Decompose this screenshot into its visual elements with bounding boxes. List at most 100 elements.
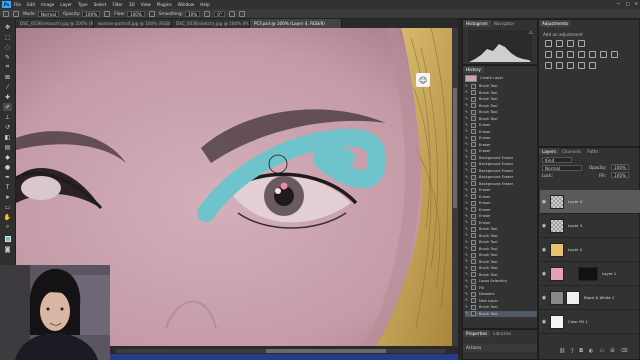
history-brush-icon[interactable]: ✎ <box>465 292 468 297</box>
layer-row-layer-3[interactable]: ◉ Layer 3 <box>540 214 640 238</box>
history-item[interactable]: ✎ Brush Tool <box>465 83 537 89</box>
menu-type[interactable]: Type <box>78 2 88 7</box>
trash-icon[interactable]: ⌫ <box>620 348 627 354</box>
eyedropper-tool-icon[interactable]: ⁄ <box>3 83 12 91</box>
history-brush-icon[interactable]: ✎ <box>465 214 468 219</box>
history-item[interactable]: ✎ Background Eraser <box>465 155 537 161</box>
gradient-tool-icon[interactable]: ▤ <box>3 143 12 151</box>
history-item[interactable]: ✎ Brush Tool <box>465 272 537 278</box>
menu-layer[interactable]: Layer <box>60 2 72 7</box>
history-item[interactable]: ✎ Brush Tool <box>465 116 537 122</box>
move-tool-icon[interactable]: ✥ <box>3 23 12 31</box>
menu-filter[interactable]: Filter <box>112 2 122 7</box>
history-brush-icon[interactable]: ✎ <box>465 233 468 238</box>
tab-properties[interactable]: Properties <box>463 330 491 337</box>
layer-row-black-white[interactable]: ◉ Black & White 1 <box>540 286 640 310</box>
warning-icon[interactable]: ⚠ <box>529 30 533 36</box>
layer-row-color-fill[interactable]: ◉ Color Fill 1 <box>540 310 640 334</box>
brightness-icon[interactable] <box>545 40 552 47</box>
canvas-hscroll-thumb[interactable] <box>266 349 386 353</box>
type-tool-icon[interactable]: T <box>3 183 12 191</box>
curves-icon[interactable] <box>567 40 574 47</box>
history-item[interactable]: ✎ Eraser <box>465 220 537 226</box>
threshold-icon[interactable] <box>567 62 574 69</box>
tab-paths[interactable]: Paths <box>584 148 601 155</box>
tab-sketch[interactable]: DSC_0536(sketch).jpg @ 100% (RGB/8) <box>172 19 250 28</box>
quick-mask-icon[interactable]: ◙ <box>3 245 12 253</box>
flow-field[interactable]: 100% <box>126 10 145 17</box>
eye-icon[interactable]: ◉ <box>540 247 548 253</box>
history-item[interactable]: ✎ Brush Tool <box>465 226 537 232</box>
history-brush-icon[interactable]: ✎ <box>465 103 468 108</box>
history-brush-icon[interactable]: ✎ <box>465 201 468 206</box>
menu-plugins[interactable]: Plugins <box>157 2 172 7</box>
adjustment-layer-icon[interactable]: ◐ <box>589 348 593 354</box>
canvas-hscroll-track[interactable] <box>116 349 446 353</box>
fx-icon[interactable]: ƒ <box>571 348 573 354</box>
eraser-tool-icon[interactable]: ◧ <box>3 133 12 141</box>
blend-mode-select[interactable]: Normal <box>542 165 582 171</box>
color-lookup-icon[interactable] <box>611 51 618 58</box>
tab-layers[interactable]: Layers <box>539 148 559 155</box>
history-item[interactable]: ✎ Lasso Selection <box>465 278 537 284</box>
stamp-tool-icon[interactable]: ⊥ <box>3 113 12 121</box>
menu-file[interactable]: File <box>14 2 21 7</box>
history-brush-icon[interactable]: ✎ <box>465 116 468 121</box>
tab-histogram[interactable]: Histogram <box>463 20 491 27</box>
exposure-icon[interactable] <box>578 40 585 47</box>
menu-help[interactable]: Help <box>200 2 210 7</box>
zoom-tool-icon[interactable]: ⌕ <box>3 223 12 231</box>
history-brush-icon[interactable]: ✎ <box>465 259 468 264</box>
tab-navigator[interactable]: Navigator <box>491 20 518 27</box>
history-item[interactable]: ✎ Eraser <box>465 207 537 213</box>
history-brush-icon[interactable]: ✎ <box>465 110 468 115</box>
history-brush-icon[interactable]: ✎ <box>465 253 468 258</box>
history-item[interactable]: ✎ Eraser <box>465 129 537 135</box>
menu-select[interactable]: Select <box>94 2 107 7</box>
new-layer-icon[interactable]: ⊞ <box>610 348 614 354</box>
close-button[interactable]: ✕ <box>634 1 638 6</box>
fill-field[interactable]: 100% <box>611 172 629 178</box>
eye-icon[interactable]: ◉ <box>540 223 548 229</box>
history-item[interactable]: ✎ Brush Tool <box>465 265 537 271</box>
history-brush-icon[interactable]: ✎ <box>465 227 468 232</box>
mode-select[interactable]: Normal <box>37 10 59 17</box>
history-item[interactable]: ✎ Eraser <box>465 200 537 206</box>
canvas-vscroll-thumb[interactable] <box>453 88 457 208</box>
minimize-button[interactable]: — <box>616 1 620 6</box>
color-balance-icon[interactable] <box>567 51 574 58</box>
history-item[interactable]: ✎ Eraser <box>465 122 537 128</box>
history-item[interactable]: ✎ Brush Tool <box>465 233 537 239</box>
history-brush-icon[interactable]: ✎ <box>465 123 468 128</box>
history-brush-icon[interactable]: ✎ <box>465 129 468 134</box>
marquee-tool-icon[interactable]: ⬚ <box>3 33 12 41</box>
eye-icon[interactable]: ◉ <box>540 271 548 277</box>
history-item[interactable]: ✎ Fill <box>465 285 537 291</box>
history-item[interactable]: ✎ Brush Tool <box>465 103 537 109</box>
adjustment-mask-thumbnail[interactable] <box>566 290 580 305</box>
history-brush-icon[interactable]: ✎ <box>465 97 468 102</box>
hue-saturation-icon[interactable] <box>556 51 563 58</box>
history-item[interactable]: ✎ Brush Tool <box>465 96 537 102</box>
actions-tab[interactable]: Actions <box>463 344 537 352</box>
posterize-icon[interactable] <box>556 62 563 69</box>
history-item[interactable]: ✎ Eraser <box>465 194 537 200</box>
history-item[interactable]: ✎ Background Eraser <box>465 181 537 187</box>
lasso-tool-icon[interactable]: ◌ <box>3 43 12 51</box>
hand-tool-icon[interactable]: ✋ <box>3 213 12 221</box>
history-item[interactable]: ✎ Eraser <box>465 148 537 154</box>
history-brush-icon[interactable]: ✎ <box>465 246 468 251</box>
add-mask-icon[interactable]: ◘ <box>579 348 583 354</box>
history-brush-icon[interactable]: ✎ <box>465 136 468 141</box>
history-item[interactable]: ✎ Eraser <box>465 135 537 141</box>
history-brush-icon[interactable]: ✎ <box>465 162 468 167</box>
symmetry-icon[interactable] <box>239 10 246 17</box>
history-brush-tool-icon[interactable]: ↺ <box>3 123 12 131</box>
shape-tool-icon[interactable]: ▭ <box>3 203 12 211</box>
history-item[interactable]: ✎ Brush Tool <box>465 246 537 252</box>
maximize-button[interactable]: □ <box>626 1 630 6</box>
history-brush-icon[interactable]: ✎ <box>465 220 468 225</box>
history-brush-icon[interactable]: ✎ <box>465 168 468 173</box>
opacity-field[interactable]: 100% <box>82 10 101 17</box>
history-brush-icon[interactable]: ✎ <box>465 188 468 193</box>
